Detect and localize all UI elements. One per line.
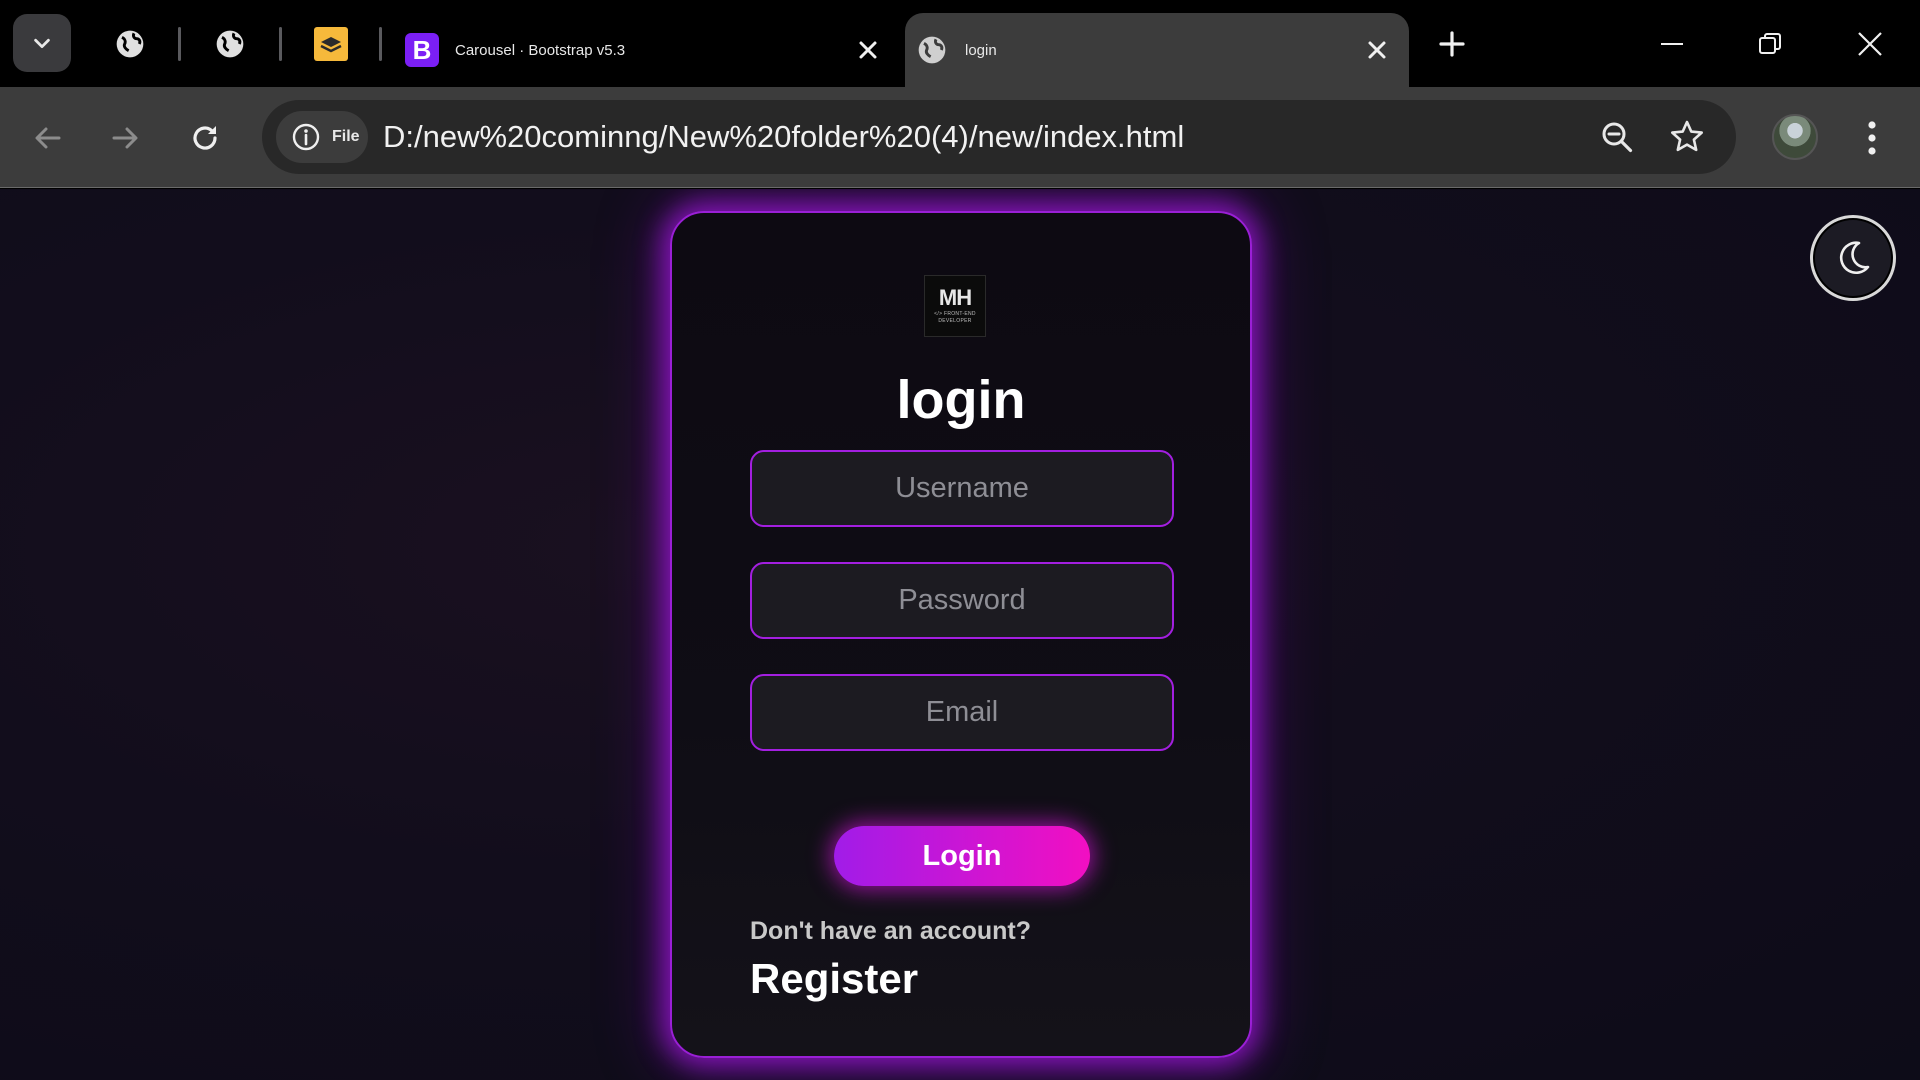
address-bar[interactable]: File D:/new%20cominng/New%20folder%20(4)…: [262, 100, 1736, 174]
close-icon: [859, 41, 877, 59]
pinned-tab-1[interactable]: [108, 22, 152, 66]
theme-toggle-button[interactable]: [1810, 215, 1896, 301]
browser-menu-button[interactable]: [1852, 113, 1892, 163]
bootstrap-logo-icon: B: [405, 33, 439, 67]
profile-avatar[interactable]: [1772, 114, 1818, 160]
url-text[interactable]: D:/new%20cominng/New%20folder%20(4)/new/…: [383, 100, 1184, 174]
close-tab-button[interactable]: [1359, 32, 1395, 68]
globe-icon: [116, 30, 144, 58]
login-button[interactable]: Login: [834, 826, 1090, 886]
register-link[interactable]: Register: [750, 955, 918, 1003]
username-input[interactable]: [750, 450, 1174, 527]
chevron-down-icon: [34, 38, 50, 49]
browser-toolbar: File D:/new%20cominng/New%20folder%20(4)…: [0, 87, 1920, 188]
tab-login[interactable]: login: [905, 13, 1409, 87]
account-prompt: Don't have an account?: [750, 917, 1031, 945]
close-window-button[interactable]: [1848, 22, 1892, 66]
moon-icon: [1839, 241, 1870, 275]
reload-icon: [193, 126, 217, 150]
pinned-tab-2[interactable]: [208, 22, 252, 66]
email-input[interactable]: [750, 674, 1174, 751]
tab-strip: B Carousel · Bootstrap v5.3 login: [0, 0, 1920, 87]
tab-search-button[interactable]: [13, 14, 71, 72]
file-scheme-label: File: [332, 128, 360, 145]
tab-title: login: [965, 41, 997, 59]
info-icon: [292, 123, 320, 151]
zoom-out-icon: [1602, 122, 1633, 153]
star-icon: [1671, 120, 1703, 152]
new-tab-button[interactable]: [1432, 24, 1472, 64]
close-icon: [1368, 41, 1386, 59]
logo-subtitle: </> FRONT-END DEVELOPER: [934, 310, 976, 324]
close-icon: [1858, 32, 1882, 56]
tab-title: Carousel · Bootstrap v5.3: [455, 41, 626, 59]
zoom-button[interactable]: [1596, 116, 1638, 158]
reload-button[interactable]: [180, 113, 230, 163]
arrow-left-icon: [35, 127, 61, 149]
tab-bootstrap-carousel[interactable]: B Carousel · Bootstrap v5.3: [395, 13, 900, 87]
plus-icon: [1439, 31, 1465, 57]
pinned-tab-3[interactable]: [309, 22, 353, 66]
globe-icon: [915, 33, 949, 67]
layers-icon: [314, 27, 348, 61]
page-viewport: MH </> FRONT-END DEVELOPER login Login D…: [0, 189, 1920, 1080]
brand-logo: MH </> FRONT-END DEVELOPER: [924, 275, 986, 337]
restore-icon: [1759, 33, 1781, 54]
login-card: MH </> FRONT-END DEVELOPER login Login D…: [670, 211, 1252, 1058]
globe-icon: [216, 30, 244, 58]
minimize-window-button[interactable]: [1650, 22, 1694, 66]
arrow-right-icon: [112, 127, 138, 149]
minimize-icon: [1661, 43, 1683, 45]
restore-window-button[interactable]: [1748, 22, 1792, 66]
page-title: login: [896, 370, 1026, 430]
site-info-chip[interactable]: File: [276, 111, 368, 163]
back-button[interactable]: [23, 113, 73, 163]
logo-text: MH: [938, 284, 972, 310]
close-tab-button[interactable]: [850, 32, 886, 68]
forward-button[interactable]: [100, 113, 150, 163]
bookmark-button[interactable]: [1666, 116, 1708, 158]
password-input[interactable]: [750, 562, 1174, 639]
more-vertical-icon: [1868, 121, 1876, 155]
